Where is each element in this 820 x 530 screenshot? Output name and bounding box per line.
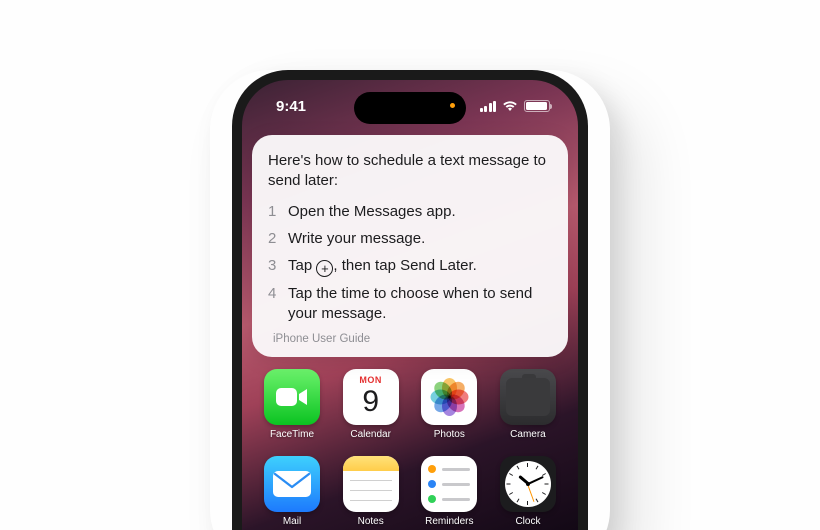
siri-step-1: Open the Messages app. xyxy=(288,202,552,222)
app-label: Calendar xyxy=(350,429,391,440)
app-facetime[interactable]: FaceTime xyxy=(260,369,324,440)
app-label: Reminders xyxy=(425,516,473,527)
cellular-signal-icon xyxy=(480,101,497,112)
app-calendar[interactable]: MON9 Calendar xyxy=(339,369,403,440)
status-time: 9:41 xyxy=(276,98,306,115)
plus-circle-icon: + xyxy=(316,260,333,277)
app-label: Photos xyxy=(434,429,465,440)
app-notes[interactable]: Notes xyxy=(339,456,403,527)
photos-icon xyxy=(421,369,477,425)
app-camera[interactable]: Camera xyxy=(496,369,560,440)
dynamic-island[interactable] xyxy=(354,92,466,124)
siri-response-card[interactable]: Here's how to schedule a text message to… xyxy=(252,135,568,357)
siri-source-attribution[interactable]: iPhone User Guide xyxy=(268,332,552,348)
reminders-icon xyxy=(421,456,477,512)
siri-step-2: Write your message. xyxy=(288,229,552,249)
app-mail[interactable]: Mail xyxy=(260,456,324,527)
wifi-icon xyxy=(502,100,518,112)
app-reminders[interactable]: Reminders xyxy=(417,456,481,527)
siri-step-4: Tap the time to choose when to send your… xyxy=(288,284,552,325)
clock-icon xyxy=(500,456,556,512)
notes-icon xyxy=(343,456,399,512)
app-label: Notes xyxy=(358,516,384,527)
camera-icon xyxy=(500,369,556,425)
mail-icon xyxy=(264,456,320,512)
iphone-frame: 9:41 Here's how to schedule a text messa… xyxy=(232,70,588,530)
app-photos[interactable]: Photos xyxy=(417,369,481,440)
siri-steps-list: 1Open the Messages app. 2Write your mess… xyxy=(268,202,552,325)
calendar-icon: MON9 xyxy=(343,369,399,425)
battery-icon xyxy=(524,100,550,112)
facetime-icon xyxy=(264,369,320,425)
iphone-screen: 9:41 Here's how to schedule a text messa… xyxy=(242,80,578,530)
app-label: FaceTime xyxy=(270,429,314,440)
app-label: Clock xyxy=(515,516,540,527)
microphone-indicator-icon xyxy=(450,103,455,108)
siri-step-3: Tap +, then tap Send Later. xyxy=(288,256,552,277)
home-screen: FaceTime MON9 Calendar Photos Camera Mail Not… xyxy=(242,369,578,530)
app-label: Mail xyxy=(283,516,301,527)
siri-heading: Here's how to schedule a text message to… xyxy=(268,151,552,192)
app-clock[interactable]: Clock xyxy=(496,456,560,527)
app-label: Camera xyxy=(510,429,546,440)
